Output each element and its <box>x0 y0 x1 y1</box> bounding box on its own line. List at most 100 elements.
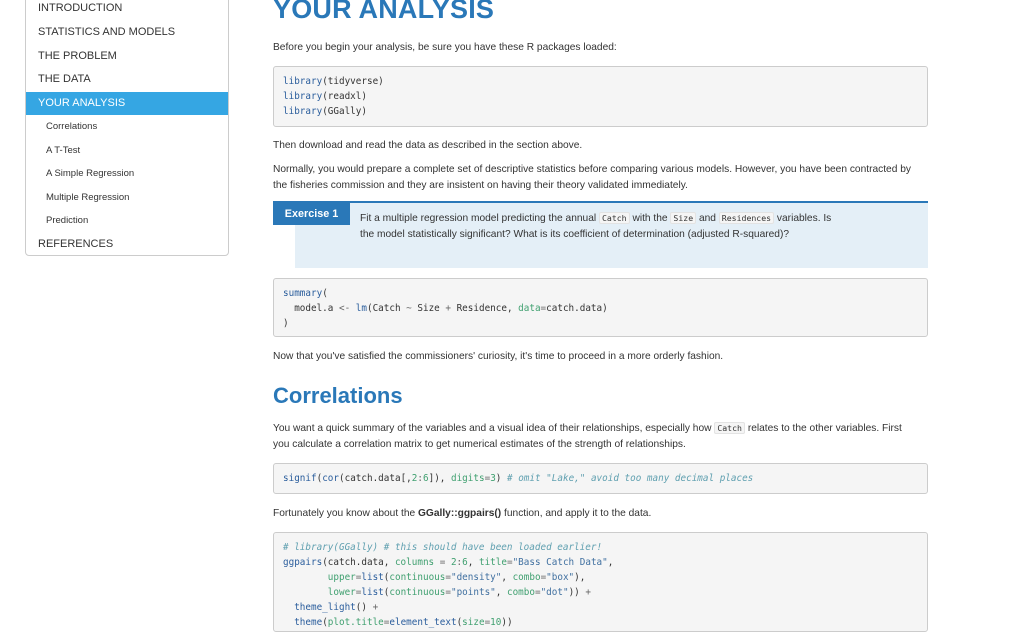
code-text: (catch.data[, <box>339 473 412 484</box>
code-op: + <box>372 602 379 613</box>
code-text: Residence, <box>450 303 519 314</box>
code-arg: combo <box>512 572 541 583</box>
code-fn: list <box>361 587 384 598</box>
code-fn: theme_light <box>283 602 356 613</box>
page-title: YOUR ANALYSIS <box>273 0 495 24</box>
code-arg: continuous <box>389 572 446 583</box>
function-name: GGally::ggpairs() <box>417 508 502 519</box>
toc-item-your-analysis[interactable]: YOUR ANALYSIS <box>26 92 228 115</box>
code-text: ( <box>322 288 328 299</box>
toc-item-references[interactable]: REFERENCES <box>26 233 228 256</box>
download-paragraph: Then download and read the data as descr… <box>273 140 583 151</box>
exercise-text: Fit a multiple regression model predicti… <box>360 210 840 243</box>
code-op: <- <box>338 303 351 314</box>
code-text: , <box>467 557 479 568</box>
inline-code-size: Size <box>670 212 697 224</box>
text-part: Fortunately you know about the <box>273 508 418 519</box>
code-line: library(readxl) <box>283 91 367 102</box>
code-fn: lm <box>350 303 367 314</box>
toc-item-simple-regression[interactable]: A Simple Regression <box>26 162 228 185</box>
code-arg: lower <box>327 587 356 598</box>
want-paragraph: You want a quick summary of the variable… <box>273 420 903 453</box>
toc-item-the-data[interactable]: THE DATA <box>26 68 228 91</box>
inline-code-residences: Residences <box>718 212 775 224</box>
code-arg: combo <box>506 587 535 598</box>
code-op: = <box>434 557 451 568</box>
fortunately-paragraph: Fortunately you know about the GGally::g… <box>273 506 913 522</box>
code-line: model.a <- lm(Catch ~ Size + Residence, … <box>283 303 608 314</box>
code-arg: GGally <box>327 106 362 117</box>
code-fn: ggpairs <box>283 557 323 568</box>
now-paragraph: Now that you've satisfied the commission… <box>273 351 724 362</box>
exercise-box: Exercise 1 Fit a multiple regression mod… <box>273 201 928 268</box>
code-line: summary( <box>283 288 328 299</box>
normally-paragraph: Normally, you would prepare a complete s… <box>273 164 911 191</box>
code-fn: library <box>283 76 323 87</box>
code-arg: continuous <box>389 587 446 598</box>
code-fn: library <box>283 91 323 102</box>
code-line: library(GGally) <box>283 106 367 117</box>
code-string: "points" <box>450 587 496 598</box>
toc-item-the-problem[interactable]: THE PROBLEM <box>26 45 228 68</box>
code-string: "dot" <box>540 587 569 598</box>
code-text: ), <box>574 572 586 583</box>
code-comment: # library(GGally) # this should have bee… <box>283 542 603 553</box>
text-part: function, and apply it to the data. <box>501 508 652 519</box>
code-text: , <box>501 572 513 583</box>
code-arg: tidyverse <box>327 76 379 87</box>
code-fn: signif <box>283 473 317 484</box>
code-line: ) <box>283 318 289 329</box>
code-block-ggpairs: # library(GGally) # this should have bee… <box>273 532 928 632</box>
code-arg: readxl <box>327 91 362 102</box>
code-block-signif: signif(cor(catch.data[,2:6]), digits=3) … <box>273 463 928 494</box>
code-text: , <box>607 557 614 568</box>
code-op: + <box>585 587 591 598</box>
toc-item-statistics-and-models[interactable]: STATISTICS AND MODELS <box>26 21 228 44</box>
code-line: theme_light() + <box>283 602 378 613</box>
code-fn: library <box>283 106 323 117</box>
code-line: upper=list(continuous="density", combo="… <box>283 572 586 583</box>
code-line: library(tidyverse) <box>283 76 384 87</box>
text-part: You want a quick summary of the variable… <box>273 423 715 434</box>
code-fn: cor <box>322 473 339 484</box>
code-text: ) <box>495 473 507 484</box>
code-line: lower=list(continuous="points", combo="d… <box>283 587 591 598</box>
inline-code-catch: Catch <box>598 212 630 224</box>
toc-item-correlations[interactable]: Correlations <box>26 115 228 138</box>
exercise-label: Exercise 1 <box>273 203 350 225</box>
code-line: signif(cor(catch.data[,2:6]), digits=3) … <box>283 473 753 484</box>
exercise-text-part: and <box>696 213 719 224</box>
code-comment: # omit "Lake," avoid too many decimal pl… <box>507 473 754 484</box>
code-line: ggpairs(catch.data, columns = 2:6, title… <box>283 557 613 568</box>
code-arg: digits <box>450 473 485 484</box>
code-text: () <box>355 602 373 613</box>
code-arg: data <box>518 303 541 314</box>
code-fn: summary <box>283 288 323 299</box>
code-arg: title <box>478 557 507 568</box>
code-text: model.a <box>283 303 339 314</box>
code-string: "Bass Catch Data" <box>512 557 608 568</box>
code-block-summary: summary( model.a <- lm(Catch ~ Size + Re… <box>273 278 928 337</box>
section-title-correlations: Correlations <box>273 383 403 408</box>
toc-item-prediction[interactable]: Prediction <box>26 209 228 232</box>
toc-item-t-test[interactable]: A T-Test <box>26 139 228 162</box>
code-text: catch.data) <box>546 303 608 314</box>
exercise-text-part: Fit a multiple regression model predicti… <box>360 213 599 224</box>
code-string: "box" <box>546 572 575 583</box>
code-text: , <box>495 587 507 598</box>
toc-item-multiple-regression[interactable]: Multiple Regression <box>26 186 228 209</box>
exercise-text-part: with the <box>629 213 671 224</box>
code-text: Size <box>411 303 446 314</box>
toc-item-introduction[interactable]: INTRODUCTION <box>26 0 228 20</box>
inline-code-catch: Catch <box>714 422 745 434</box>
code-string: "density" <box>450 572 502 583</box>
code-text: )) <box>568 587 586 598</box>
code-fn: list <box>361 572 384 583</box>
code-arg: columns <box>394 557 435 568</box>
code-text: (Catch <box>366 303 407 314</box>
code-text: ]), <box>428 473 451 484</box>
table-of-contents: INTRODUCTION STATISTICS AND MODELS THE P… <box>25 0 229 256</box>
code-text: (catch.data, <box>322 557 395 568</box>
